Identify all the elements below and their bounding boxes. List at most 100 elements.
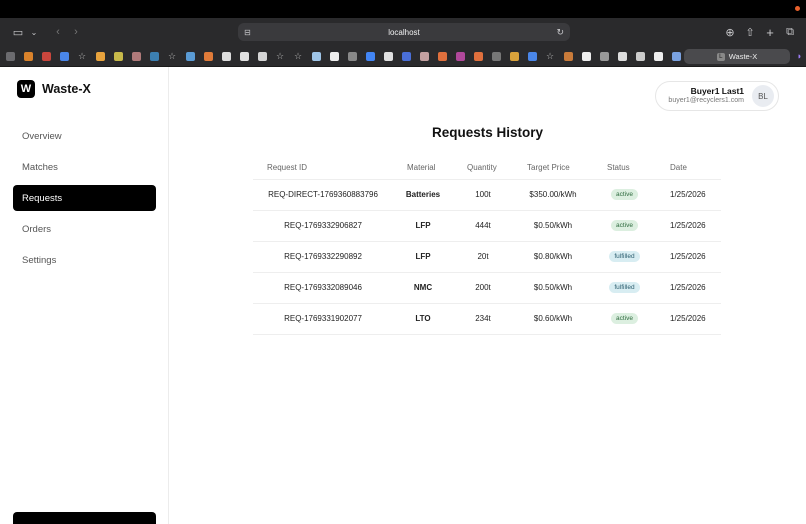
bookmark-icon[interactable] (330, 51, 339, 61)
material: LFP (393, 240, 453, 272)
bookmark-icon[interactable] (96, 51, 105, 61)
back-icon[interactable]: ‹ (50, 24, 66, 40)
date: 1/25/2026 (656, 302, 721, 335)
bookmark-icon[interactable] (6, 51, 15, 61)
bookmark-icon[interactable] (600, 51, 609, 61)
sidebar-bottom-button[interactable] (13, 512, 156, 524)
bookmark-icon[interactable] (474, 51, 483, 61)
tab-title: Waste-X (728, 52, 758, 61)
status-cell: active (593, 178, 656, 210)
tab-overview-icon[interactable]: ⧉ (782, 24, 798, 40)
user-info: Buyer1 Last1 buyer1@recyclers1.com (668, 86, 744, 105)
sidebar-item-requests[interactable]: Requests (13, 185, 156, 211)
os-menu-bar (0, 0, 806, 18)
sidebar-toggle-icon[interactable]: ▭ (10, 24, 26, 40)
status-badge: active (611, 220, 638, 231)
bookmark-icon[interactable] (312, 51, 321, 61)
bookmark-icon[interactable] (348, 51, 357, 61)
column-header-target-price: Target Price (527, 163, 570, 173)
column-header-date: Date (670, 163, 687, 173)
star-icon[interactable]: ☆ (546, 51, 555, 61)
table-row[interactable]: REQ-1769332089046 NMC 200t $0.50/kWh ful… (253, 271, 721, 303)
target-price: $350.00/kWh (513, 178, 593, 210)
bookmark-icon[interactable] (258, 51, 267, 61)
table-row[interactable]: REQ-DIRECT-1769360883796 Batteries 100t … (253, 178, 721, 210)
column-header-material: Material (407, 163, 436, 173)
share-icon[interactable]: ⇧ (742, 24, 758, 40)
bookmark-icon[interactable] (240, 51, 249, 61)
status-badge: fulfilled (609, 251, 640, 262)
table-row[interactable]: REQ-1769332290892 LFP 20t $0.80/kWh fulf… (253, 240, 721, 272)
bookmark-icon[interactable] (564, 51, 573, 61)
bookmark-icon[interactable] (672, 51, 681, 61)
sidebar-nav: Overview Matches Requests Orders Setting… (13, 123, 156, 278)
browser-toolbar: ▭ ⌄ ‹ › ⊟ localhost ↻ ⊕ ⇧ + ⧉ (0, 18, 806, 46)
star-icon[interactable]: ☆ (168, 51, 177, 61)
bookmark-icon[interactable] (402, 51, 411, 61)
bookmark-icon[interactable] (492, 51, 501, 61)
status-badge: fulfilled (609, 282, 640, 293)
material: Batteries (393, 178, 453, 210)
star-icon[interactable]: ☆ (78, 51, 87, 61)
bookmark-icon[interactable] (366, 51, 375, 61)
brand-logo-icon: W (17, 80, 35, 98)
bookmark-icon[interactable] (150, 51, 159, 61)
chevron-down-icon[interactable]: ⌄ (26, 24, 42, 40)
brand[interactable]: W Waste-X (17, 80, 91, 98)
new-tab-icon[interactable]: + (762, 24, 778, 40)
bookmark-icon[interactable] (438, 51, 447, 61)
bookmark-icon[interactable] (222, 51, 231, 61)
bookmark-icon[interactable] (528, 51, 537, 61)
sidebar-item-settings[interactable]: Settings (13, 247, 156, 273)
bookmark-icon[interactable] (582, 51, 591, 61)
sidebar: W Waste-X Overview Matches Requests Orde… (0, 67, 169, 524)
material: LTO (393, 302, 453, 335)
reload-icon[interactable]: ↻ (556, 27, 564, 38)
bookmark-icon[interactable] (618, 51, 627, 61)
forward-icon[interactable]: › (68, 24, 84, 40)
star-icon[interactable]: ☆ (276, 51, 285, 61)
date: 1/25/2026 (656, 240, 721, 272)
status-cell: fulfilled (593, 271, 656, 303)
bookmark-icon[interactable] (420, 51, 429, 61)
address-bar[interactable]: ⊟ localhost ↻ (238, 23, 570, 41)
bookmark-icon[interactable] (654, 51, 663, 61)
bookmark-icon[interactable] (384, 51, 393, 61)
bookmark-icon[interactable] (24, 51, 33, 61)
status-cell: fulfilled (593, 240, 656, 272)
bookmark-icon[interactable] (204, 51, 213, 61)
tab-waste-x[interactable]: L Waste-X (684, 49, 790, 64)
table-row[interactable]: REQ-1769331902077 LTO 234t $0.60/kWh act… (253, 302, 721, 335)
sidebar-item-matches[interactable]: Matches (13, 154, 156, 180)
sidebar-item-overview[interactable]: Overview (13, 123, 156, 149)
download-icon[interactable]: ⊕ (722, 24, 738, 40)
bookmark-icon[interactable] (456, 51, 465, 61)
request-id: REQ-1769332089046 (253, 271, 393, 303)
bookmark-icon[interactable] (132, 51, 141, 61)
table-row[interactable]: REQ-1769332906827 LFP 444t $0.50/kWh act… (253, 209, 721, 241)
bookmark-icon[interactable] (636, 51, 645, 61)
material: LFP (393, 209, 453, 241)
avatar: BL (752, 85, 774, 107)
bookmarks-bar: ☆ ☆ ☆ ☆ ☆ L Waste-X ◗ (0, 46, 806, 67)
bookmark-icon[interactable] (186, 51, 195, 61)
date: 1/25/2026 (656, 271, 721, 303)
user-menu[interactable]: Buyer1 Last1 buyer1@recyclers1.com BL (655, 81, 779, 111)
url-text: localhost (388, 27, 420, 37)
target-price: $0.80/kWh (513, 240, 593, 272)
page-settings-icon[interactable]: ⊟ (244, 28, 251, 37)
status-badge: active (611, 189, 638, 200)
tab-favicon-icon: L (716, 52, 725, 61)
bookmark-icon[interactable] (114, 51, 123, 61)
bookmark-icon[interactable] (510, 51, 519, 61)
sidebar-item-orders[interactable]: Orders (13, 216, 156, 242)
bookmark-icon[interactable] (60, 51, 69, 61)
quantity: 234t (453, 302, 513, 335)
quantity: 20t (453, 240, 513, 272)
star-icon[interactable]: ☆ (294, 51, 303, 61)
extension-icon[interactable]: ◗ (797, 51, 802, 61)
brand-name: Waste-X (42, 82, 91, 96)
bookmark-icon[interactable] (42, 51, 51, 61)
status-badge: active (611, 313, 638, 324)
target-price: $0.50/kWh (513, 209, 593, 241)
